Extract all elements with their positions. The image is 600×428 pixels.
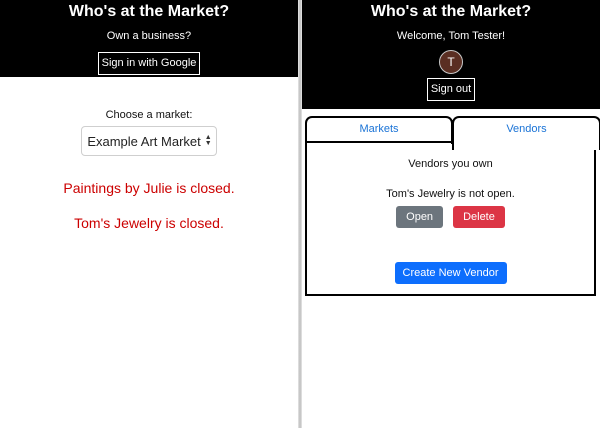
vendor-actions: Open Delete [307,206,594,228]
active-tab-joiner [454,141,595,143]
tab-vendors[interactable]: Vendors [452,116,600,150]
delete-button[interactable]: Delete [453,206,505,228]
sign-in-google-button[interactable]: Sign in with Google [97,52,201,75]
app-header: Who's at the Market? Welcome, Tom Tester… [302,0,600,109]
avatar: T [439,50,463,74]
signed-out-view: Who's at the Market? Own a business? Sig… [0,0,298,428]
welcome-text: Welcome, Tom Tester! [396,30,506,42]
open-button[interactable]: Open [396,206,444,228]
app-header: Who's at the Market? Own a business? Sig… [0,0,298,77]
screenshot-frame: Who's at the Market? Own a business? Sig… [0,0,600,428]
vendor-status-text: Tom's Jewelry is closed. [74,215,224,231]
market-select[interactable]: Example Art Market ▲ ▼ [81,126,217,156]
header-subtitle: Own a business? [106,30,192,42]
vendor-open-status: Tom's Jewelry is not open. [386,188,515,200]
sign-out-button[interactable]: Sign out [426,78,476,101]
choose-market-label: Choose a market: [105,109,193,121]
create-vendor-button[interactable]: Create New Vendor [394,262,507,284]
vendors-panel: Vendors you own Tom's Jewelry is not ope… [305,141,596,296]
app-title: Who's at the Market? [370,3,532,20]
market-select-value: Example Art Market [87,133,201,149]
vendor-status-text: Paintings by Julie is closed. [63,180,235,196]
select-arrows-icon: ▲ ▼ [204,134,212,147]
market-select-wrapper: Example Art Market ▲ ▼ [0,126,298,156]
app-title: Who's at the Market? [68,3,230,20]
vendors-heading: Vendors you own [408,158,493,170]
create-row: Create New Vendor [307,262,594,284]
tab-markets[interactable]: Markets [305,116,453,144]
